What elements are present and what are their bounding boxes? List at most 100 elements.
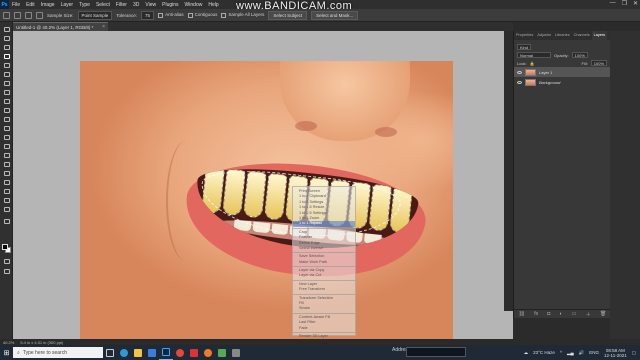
eye-icon[interactable] — [517, 70, 522, 74]
bandicam-icon[interactable] — [187, 345, 201, 360]
network-icon[interactable]: ▂▄ — [567, 350, 574, 356]
anti-alias-checkbox[interactable]: Anti-alias — [158, 12, 184, 18]
opacity-input[interactable]: 100% — [571, 52, 588, 58]
marquee-tool-icon[interactable] — [2, 35, 11, 42]
taskbar-search[interactable]: ⌕ Type here to search — [13, 347, 103, 358]
healing-brush-icon[interactable] — [2, 89, 11, 96]
type-tool-icon[interactable] — [2, 170, 11, 177]
eyedropper-tool-icon[interactable] — [2, 80, 11, 87]
magic-wand-tool-icon[interactable] — [3, 11, 10, 19]
edge-icon[interactable] — [117, 345, 131, 360]
zoom-level[interactable]: 40.2% — [3, 340, 14, 345]
tolerance-input[interactable]: 75 — [141, 10, 155, 20]
menu-help[interactable]: Help — [205, 2, 221, 8]
tab-adjustments[interactable]: Adjustm — [535, 31, 553, 40]
menu-window[interactable]: Window — [182, 2, 206, 8]
minimize-button[interactable]: — — [610, 0, 616, 7]
context-menu-item[interactable]: Layer via Cut — [293, 273, 355, 278]
context-menu-item[interactable]: Stroke — [293, 306, 355, 311]
image-canvas[interactable] — [80, 61, 453, 339]
app-icon[interactable] — [229, 345, 243, 360]
tab-channels[interactable]: Channels — [572, 31, 592, 40]
menu-3d[interactable]: 3D — [130, 2, 142, 8]
address-input[interactable] — [406, 347, 466, 357]
fill-input[interactable]: 100% — [590, 60, 607, 66]
sample-all-layers-checkbox[interactable]: Sample All Layers — [221, 12, 264, 18]
menu-image[interactable]: Image — [38, 2, 58, 8]
menu-layer[interactable]: Layer — [58, 2, 77, 8]
task-view-icon[interactable] — [103, 345, 117, 360]
screen-mode-icon[interactable] — [2, 268, 11, 275]
menu-select[interactable]: Select — [93, 2, 113, 8]
new-selection-icon[interactable] — [14, 11, 21, 19]
menu-view[interactable]: View — [142, 2, 159, 8]
group-icon[interactable]: ▭ — [572, 311, 577, 317]
notifications-icon[interactable]: ▢ — [632, 350, 636, 356]
fx-icon[interactable]: fx — [534, 311, 538, 317]
app-icon[interactable] — [215, 345, 229, 360]
dodge-tool-icon[interactable] — [2, 152, 11, 159]
brush-tool-icon[interactable] — [2, 98, 11, 105]
kind-filter-select[interactable]: Kind — [517, 44, 532, 50]
canvas-workspace[interactable]: Print Screen 1 to 1 Clipboard 1 to 3 Setti… — [13, 31, 513, 343]
volume-icon[interactable]: 🔊 — [579, 350, 585, 356]
select-subject-button[interactable]: Select Subject — [268, 10, 308, 20]
history-brush-icon[interactable] — [2, 116, 11, 123]
menu-edit[interactable]: Edit — [23, 2, 38, 8]
context-menu-item[interactable]: Free Transform — [293, 287, 355, 292]
context-menu-item[interactable]: 1 to 1 Repeat — [293, 221, 355, 227]
eraser-tool-icon[interactable] — [2, 125, 11, 132]
document-tab[interactable]: Untitled-1 @ 40.2% (Layer 1, RGB/8) * × — [13, 22, 108, 31]
link-icon[interactable]: ⛓ — [519, 311, 525, 317]
tab-libraries[interactable]: Libraries — [553, 31, 572, 40]
menu-filter[interactable]: Filter — [113, 2, 130, 8]
crop-tool-icon[interactable] — [2, 62, 11, 69]
shape-tool-icon[interactable] — [2, 188, 11, 195]
menu-file[interactable]: File — [9, 2, 23, 8]
store-icon[interactable] — [145, 345, 159, 360]
weather-icon[interactable]: ☁ — [524, 350, 529, 356]
adjustment-icon[interactable]: ◐ — [560, 311, 563, 317]
photoshop-taskbar-icon[interactable] — [159, 345, 173, 360]
lasso-tool-icon[interactable] — [2, 44, 11, 51]
blend-mode-select[interactable]: Normal — [517, 52, 551, 58]
eye-icon[interactable] — [517, 80, 522, 84]
context-menu-item[interactable]: Select Inverse — [293, 246, 355, 251]
contiguous-checkbox[interactable]: Contiguous — [187, 12, 217, 18]
maximize-button[interactable]: ❐ — [622, 0, 627, 7]
menu-plugins[interactable]: Plugins — [159, 2, 181, 8]
close-button[interactable]: ✕ — [633, 0, 638, 7]
frame-tool-icon[interactable] — [2, 71, 11, 78]
weather-text[interactable]: 23°C Haze — [533, 350, 555, 355]
magic-wand-tool-icon[interactable] — [2, 53, 11, 60]
pen-tool-icon[interactable] — [2, 161, 11, 168]
blur-tool-icon[interactable] — [2, 143, 11, 150]
more-tools-icon[interactable] — [2, 218, 11, 225]
lock-icon[interactable]: 🔒 — [530, 61, 535, 66]
add-to-selection-icon[interactable] — [25, 11, 32, 19]
firefox-icon[interactable] — [201, 345, 215, 360]
zoom-tool-icon[interactable] — [2, 206, 11, 213]
file-explorer-icon[interactable] — [131, 345, 145, 360]
tab-layers[interactable]: Layers — [591, 31, 608, 40]
sample-size-select[interactable]: Point Sample — [77, 10, 113, 20]
clone-stamp-icon[interactable] — [2, 107, 11, 114]
foreground-color-swatch[interactable] — [2, 244, 8, 250]
select-and-mask-button[interactable]: Select and Mask... — [311, 10, 359, 20]
tray-chevron-icon[interactable]: ^ — [560, 350, 562, 355]
windows-start-icon[interactable]: ⊞ — [0, 345, 13, 360]
mask-icon[interactable]: ◘ — [547, 311, 550, 317]
clock[interactable]: 08:58 AM 12-11-2021 — [604, 348, 627, 358]
menu-type[interactable]: Type — [76, 2, 93, 8]
layer-row-background[interactable]: Background — [514, 77, 610, 87]
layer-row-layer-1[interactable]: Layer 1 — [514, 67, 610, 77]
move-tool-icon[interactable] — [2, 26, 11, 33]
language-indicator[interactable]: ENG — [589, 350, 599, 355]
hand-tool-icon[interactable] — [2, 197, 11, 204]
chrome-icon[interactable] — [173, 345, 187, 360]
subtract-selection-icon[interactable] — [36, 11, 43, 19]
context-menu-item[interactable]: Fade — [293, 326, 355, 331]
gradient-tool-icon[interactable] — [2, 134, 11, 141]
context-menu-item[interactable]: Make Work Path — [293, 260, 355, 265]
new-layer-icon[interactable]: ＋ — [586, 311, 591, 318]
